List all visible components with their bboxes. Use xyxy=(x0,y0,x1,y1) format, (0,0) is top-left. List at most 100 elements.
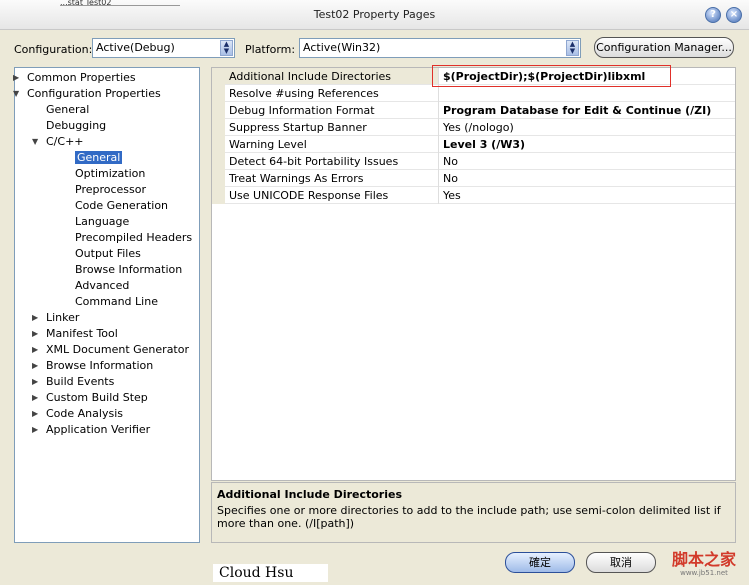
tree-item-label: C/C++ xyxy=(46,135,84,148)
tree-item-label: Browse Information xyxy=(75,263,183,276)
tree-item[interactable]: Custom Build Step xyxy=(46,390,148,405)
close-button[interactable]: × xyxy=(726,7,742,23)
configuration-label: Configuration: xyxy=(14,43,93,56)
tree-item[interactable]: Command Line xyxy=(75,294,158,309)
platform-label: Platform: xyxy=(245,43,296,56)
tree-item-label: Precompiled Headers xyxy=(75,231,193,244)
tree-item-label: Debugging xyxy=(46,119,107,132)
property-value[interactable]: Program Database for Edit & Continue (/Z… xyxy=(443,103,711,118)
tree-expanded-icon[interactable]: ▼ xyxy=(13,86,19,101)
tree-collapsed-icon[interactable]: ▶ xyxy=(32,310,38,325)
platform-combo[interactable]: Active(Win32) ▲ ▼ xyxy=(299,38,581,58)
tree-item-label: Browse Information xyxy=(46,359,154,372)
tree-item[interactable]: General xyxy=(75,150,123,165)
combo-arrow-icon: ▲ ▼ xyxy=(566,40,579,56)
tree-item[interactable]: Precompiled Headers xyxy=(75,230,192,245)
tree-item-label: Common Properties xyxy=(27,71,136,84)
tree-item[interactable]: XML Document Generator xyxy=(46,342,189,357)
background-tab-strip: ...stat Test02 xyxy=(60,0,180,6)
tree-item[interactable]: C/C++ xyxy=(46,134,84,149)
tree-item-label: Language xyxy=(75,215,130,228)
property-row[interactable]: Resolve #using References xyxy=(225,85,735,102)
tree-item[interactable]: Build Events xyxy=(46,374,114,389)
tree-item[interactable]: Debugging xyxy=(46,118,106,133)
tree-item[interactable]: Advanced xyxy=(75,278,129,293)
tree-item-label: Manifest Tool xyxy=(46,327,118,340)
tree-collapsed-icon[interactable]: ▶ xyxy=(32,374,38,389)
tree-item-label: Application Verifier xyxy=(46,423,151,436)
grid-gutter xyxy=(212,68,225,204)
tree-item-label: Advanced xyxy=(75,279,130,292)
tree-expanded-icon[interactable]: ▼ xyxy=(32,134,38,149)
tree-item[interactable]: Preprocessor xyxy=(75,182,146,197)
tree-item-label: General xyxy=(46,103,90,116)
tree-item-label: Optimization xyxy=(75,167,146,180)
property-value[interactable]: Yes (/nologo) xyxy=(443,120,514,135)
description-title: Additional Include Directories xyxy=(217,488,403,501)
property-value[interactable]: Level 3 (/W3) xyxy=(443,137,525,152)
property-name: Debug Information Format xyxy=(229,104,375,117)
watermark: 脚本之家 www.jb51.net xyxy=(664,551,744,581)
tree-item[interactable]: Common Properties xyxy=(27,70,136,85)
category-tree[interactable]: ▶ Common Properties ▼ Configuration Propert… xyxy=(13,67,200,543)
property-row[interactable]: Detect 64-bit Portability Issues No xyxy=(225,153,735,170)
tree-item[interactable]: Code Analysis xyxy=(46,406,123,421)
property-name: Additional Include Directories xyxy=(229,70,391,83)
tree-item[interactable]: Optimization xyxy=(75,166,145,181)
tree-item-label: Command Line xyxy=(75,295,158,308)
cancel-button[interactable]: 取消 xyxy=(586,552,656,573)
tree-item-label: Build Events xyxy=(46,375,115,388)
property-row[interactable]: Use UNICODE Response Files Yes xyxy=(225,187,735,204)
description-panel: Additional Include Directories Specifies… xyxy=(211,482,736,543)
property-name: Detect 64-bit Portability Issues xyxy=(229,155,399,168)
property-value[interactable]: No xyxy=(443,154,458,169)
combo-arrow-icon: ▲ ▼ xyxy=(220,40,233,56)
tree-collapsed-icon[interactable]: ▶ xyxy=(13,70,19,85)
property-row[interactable]: Treat Warnings As Errors No xyxy=(225,170,735,187)
configuration-manager-button[interactable]: Configuration Manager... xyxy=(594,37,734,58)
tree-item[interactable]: Output Files xyxy=(75,246,141,261)
tree-collapsed-icon[interactable]: ▶ xyxy=(32,342,38,357)
ok-button[interactable]: 確定 xyxy=(505,552,575,573)
tree-item[interactable]: General xyxy=(46,102,89,117)
configuration-combo[interactable]: Active(Debug) ▲ ▼ xyxy=(92,38,235,58)
tree-collapsed-icon[interactable]: ▶ xyxy=(32,326,38,341)
tree-collapsed-icon[interactable]: ▶ xyxy=(32,390,38,405)
tree-item-label: Code Analysis xyxy=(46,407,123,420)
tree-item[interactable]: Code Generation xyxy=(75,198,168,213)
tree-item[interactable]: Configuration Properties xyxy=(27,86,161,101)
property-name: Suppress Startup Banner xyxy=(229,121,367,134)
platform-value: Active(Win32) xyxy=(303,41,381,54)
property-row[interactable]: Warning Level Level 3 (/W3) xyxy=(225,136,735,153)
tree-collapsed-icon[interactable]: ▶ xyxy=(32,358,38,373)
tree-item[interactable]: Browse Information xyxy=(46,358,153,373)
description-text: Specifies one or more directories to add… xyxy=(217,504,721,530)
watermark-main: 脚本之家 xyxy=(671,550,736,569)
property-value[interactable]: Yes xyxy=(443,188,461,203)
property-value[interactable]: No xyxy=(443,171,458,186)
property-name: Warning Level xyxy=(229,138,307,151)
title-bar: ...stat Test02 Test02 Property Pages ? × xyxy=(0,0,749,30)
property-row[interactable]: Debug Information Format Program Database… xyxy=(225,102,735,119)
tree-collapsed-icon[interactable]: ▶ xyxy=(32,422,38,437)
tree-item-label: General xyxy=(75,151,123,164)
tree-item-label: Code Generation xyxy=(75,199,169,212)
property-row[interactable]: Suppress Startup Banner Yes (/nologo) xyxy=(225,119,735,136)
tree-item[interactable]: Application Verifier xyxy=(46,422,150,437)
watermark-url: www.jb51.net xyxy=(680,569,728,577)
tree-item[interactable]: Browse Information xyxy=(75,262,182,277)
tree-item[interactable]: Manifest Tool xyxy=(46,326,118,341)
property-name: Treat Warnings As Errors xyxy=(229,172,364,185)
column-separator[interactable] xyxy=(438,68,439,204)
property-grid[interactable]: Additional Include Directories $(ProjectD… xyxy=(211,67,736,481)
tree-item-label: Output Files xyxy=(75,247,141,260)
tree-item-label: Configuration Properties xyxy=(27,87,161,100)
tree-item-label: Preprocessor xyxy=(75,183,147,196)
property-name: Use UNICODE Response Files xyxy=(229,189,389,202)
tree-item-label: XML Document Generator xyxy=(46,343,189,356)
tree-item[interactable]: Linker xyxy=(46,310,79,325)
tree-item[interactable]: Language xyxy=(75,214,129,229)
tree-collapsed-icon[interactable]: ▶ xyxy=(32,406,38,421)
help-button[interactable]: ? xyxy=(705,7,721,23)
caption-label: Cloud Hsu xyxy=(213,564,328,582)
